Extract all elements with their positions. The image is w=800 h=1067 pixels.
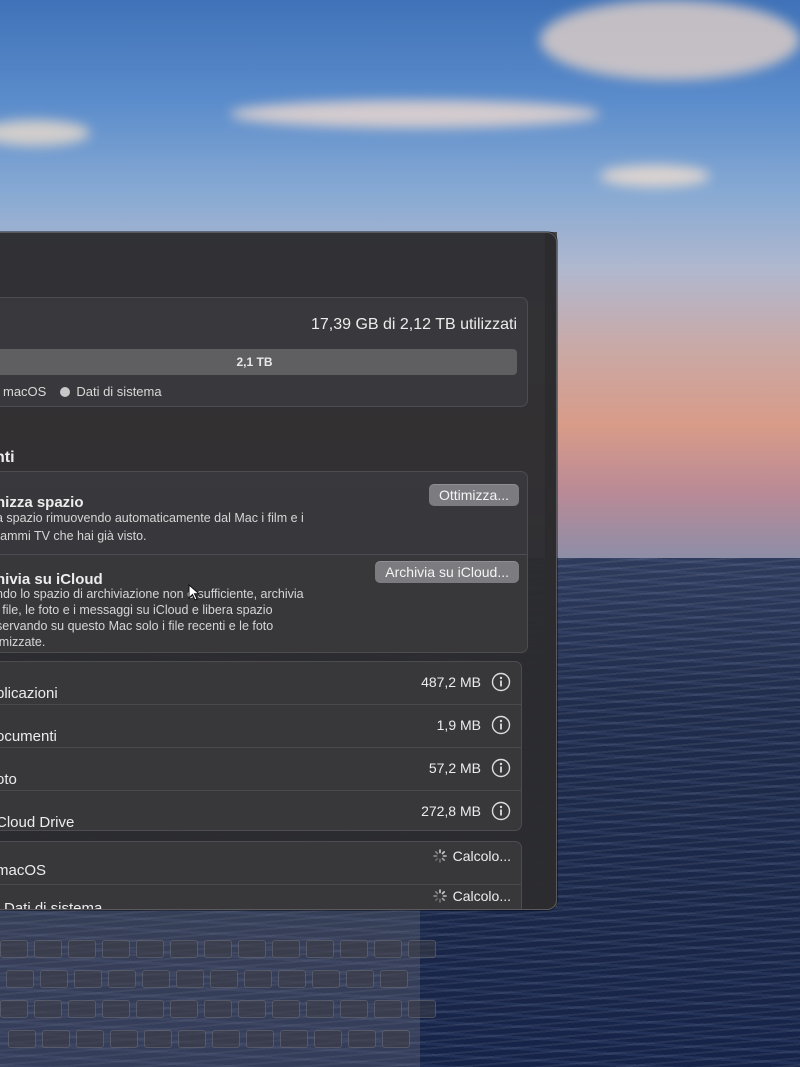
storage-legend: macOS Dati di sistema [0, 384, 162, 399]
optimize-desc-line1: a spazio rimuovendo automaticamente dal … [0, 511, 304, 525]
icloud-desc-line4: imizzate. [0, 635, 46, 649]
category-name: Cloud Drive [0, 814, 75, 831]
category-row-photos[interactable]: oto 57,2 MB [0, 748, 521, 791]
system-status: Calcolo... [432, 888, 511, 904]
system-name: macOS [0, 862, 47, 879]
system-row-system-data: Dati di sistema Calcolo... [0, 884, 521, 910]
system-status: Calcolo... [432, 848, 511, 864]
info-icon[interactable] [491, 758, 511, 778]
icloud-desc-line3: servando su questo Mac solo i file recen… [0, 619, 274, 633]
info-icon[interactable] [491, 672, 511, 692]
icloud-desc-line2: i file, le foto e i messaggi su iCloud e… [0, 603, 273, 617]
info-icon[interactable] [491, 801, 511, 821]
optimize-storage-row: nizza spazio a spazio rimuovendo automat… [0, 472, 527, 555]
cloud [230, 100, 600, 128]
cloud [540, 0, 800, 80]
legend-label-macos: macOS [3, 384, 47, 399]
icloud-desc-line1: ndo lo spazio di archiviazione non è suf… [0, 587, 304, 601]
system-status-text: Calcolo... [452, 848, 511, 864]
system-row-macos: macOS Calcolo... [0, 842, 521, 885]
category-name: ocumenti [0, 728, 57, 745]
legend-item-macos: macOS [0, 384, 46, 399]
store-in-icloud-row: hivia su iCloud ndo lo spazio di archivi… [0, 555, 527, 653]
category-name: oto [0, 771, 17, 788]
storage-used-label: 17,39 GB di 2,12 TB utilizzati [310, 316, 517, 333]
legend-label-system-data: Dati di sistema [76, 384, 162, 399]
category-size: 57,2 MB [428, 760, 481, 776]
legend-dot-system-data [60, 386, 71, 397]
storage-bar-label: 2,1 TB [236, 355, 273, 369]
loading-spinner-icon [432, 849, 447, 863]
category-size: 272,8 MB [421, 803, 481, 819]
system-storage-group: macOS Calcolo... Dati di sistema Calcolo… [0, 841, 522, 910]
storage-settings-window: 17,39 GB di 2,12 TB utilizzati 2,1 TB ma… [0, 232, 557, 910]
recommendations-group: nizza spazio a spazio rimuovendo automat… [0, 471, 528, 653]
loading-spinner-icon [432, 889, 447, 903]
optimize-desc-line2: rammi TV che hai già visto. [0, 529, 147, 543]
category-size: 1,9 MB [436, 717, 481, 733]
category-size: 487,2 MB [421, 674, 481, 690]
storage-summary-group: 17,39 GB di 2,12 TB utilizzati 2,1 TB ma… [0, 297, 528, 407]
storage-bar: 2,1 TB [0, 349, 517, 375]
category-row-documents[interactable]: ocumenti 1,9 MB [0, 705, 521, 748]
optimize-button[interactable]: Ottimizza... [428, 484, 519, 506]
storage-categories-group: plicazioni 487,2 MB ocumenti 1,9 MB oto … [0, 661, 522, 831]
info-icon[interactable] [491, 715, 511, 735]
category-row-applications[interactable]: plicazioni 487,2 MB [0, 662, 521, 705]
recommendations-heading: nti [0, 449, 15, 466]
category-row-icloud-drive[interactable]: Cloud Drive 272,8 MB [0, 791, 521, 833]
category-name: plicazioni [0, 685, 58, 702]
mouse-pointer-icon [188, 584, 201, 601]
legend-item-system-data: Dati di sistema [60, 384, 162, 399]
cloud [600, 165, 710, 187]
store-in-icloud-button[interactable]: Archivia su iCloud... [375, 561, 519, 583]
optimize-title: nizza spazio [0, 494, 84, 511]
system-name: Dati di sistema [4, 900, 103, 910]
system-status-text: Calcolo... [452, 888, 511, 904]
